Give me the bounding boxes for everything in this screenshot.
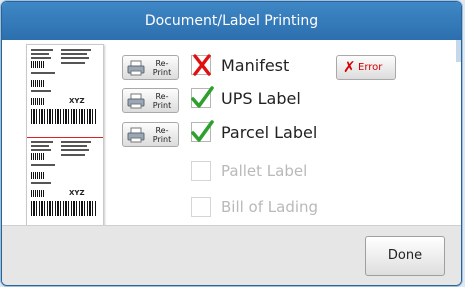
preview-label-top: XYZ xyxy=(31,47,99,133)
parcel-label-checkbox[interactable] xyxy=(191,120,214,142)
preview-text: XYZ xyxy=(69,97,85,105)
manifest-checkbox[interactable] xyxy=(191,54,211,76)
reprint-parcel-label-button[interactable]: Re- Print xyxy=(122,122,179,147)
parcel-label-label: Parcel Label xyxy=(221,123,318,142)
x-mark-icon xyxy=(193,54,211,76)
pallet-label-label: Pallet Label xyxy=(221,162,308,180)
preview-text: XYZ xyxy=(69,189,85,197)
manifest-row: Re- Print Manifest xyxy=(122,54,352,82)
checkmark-icon xyxy=(191,86,214,108)
preview-cut-line xyxy=(27,137,103,138)
label-printing-dialog: Document/Label Printing XYZ XYZ Re- Prin… xyxy=(1,1,462,286)
checkmark-icon xyxy=(191,120,214,142)
reprint-manifest-button[interactable]: Re- Print xyxy=(122,55,179,80)
pallet-label-checkbox[interactable] xyxy=(191,161,211,181)
dialog-title: Document/Label Printing xyxy=(2,2,461,40)
dialog-content: XYZ XYZ Re- Print Manifest ✗ Error Re- P… xyxy=(2,40,461,226)
error-button[interactable]: ✗ Error xyxy=(336,55,396,80)
manifest-label: Manifest xyxy=(221,56,290,75)
reprint-ups-label-button[interactable]: Re- Print xyxy=(122,88,179,113)
error-label: Error xyxy=(358,62,383,73)
ups-label-checkbox[interactable] xyxy=(191,86,214,108)
reprint-label: Re- Print xyxy=(152,126,172,144)
printer-icon xyxy=(127,93,145,109)
printer-icon xyxy=(127,127,145,143)
bill-of-lading-checkbox[interactable] xyxy=(191,197,211,217)
error-x-icon: ✗ xyxy=(343,58,356,76)
pallet-label-row: Pallet Label xyxy=(122,161,352,188)
done-button[interactable]: Done xyxy=(365,236,445,276)
bill-of-lading-row: Bill of Lading xyxy=(122,197,352,224)
ups-label-row: Re- Print UPS Label xyxy=(122,86,352,115)
label-preview-image: XYZ XYZ xyxy=(26,44,104,226)
dialog-footer: Done xyxy=(2,225,461,285)
parcel-label-row: Re- Print Parcel Label xyxy=(122,120,352,149)
printer-icon xyxy=(127,60,145,76)
reprint-label: Re- Print xyxy=(152,59,172,77)
ups-label-label: UPS Label xyxy=(221,89,301,108)
bill-of-lading-label: Bill of Lading xyxy=(221,198,319,216)
preview-label-bottom: XYZ xyxy=(31,139,99,225)
reprint-label: Re- Print xyxy=(152,92,172,110)
